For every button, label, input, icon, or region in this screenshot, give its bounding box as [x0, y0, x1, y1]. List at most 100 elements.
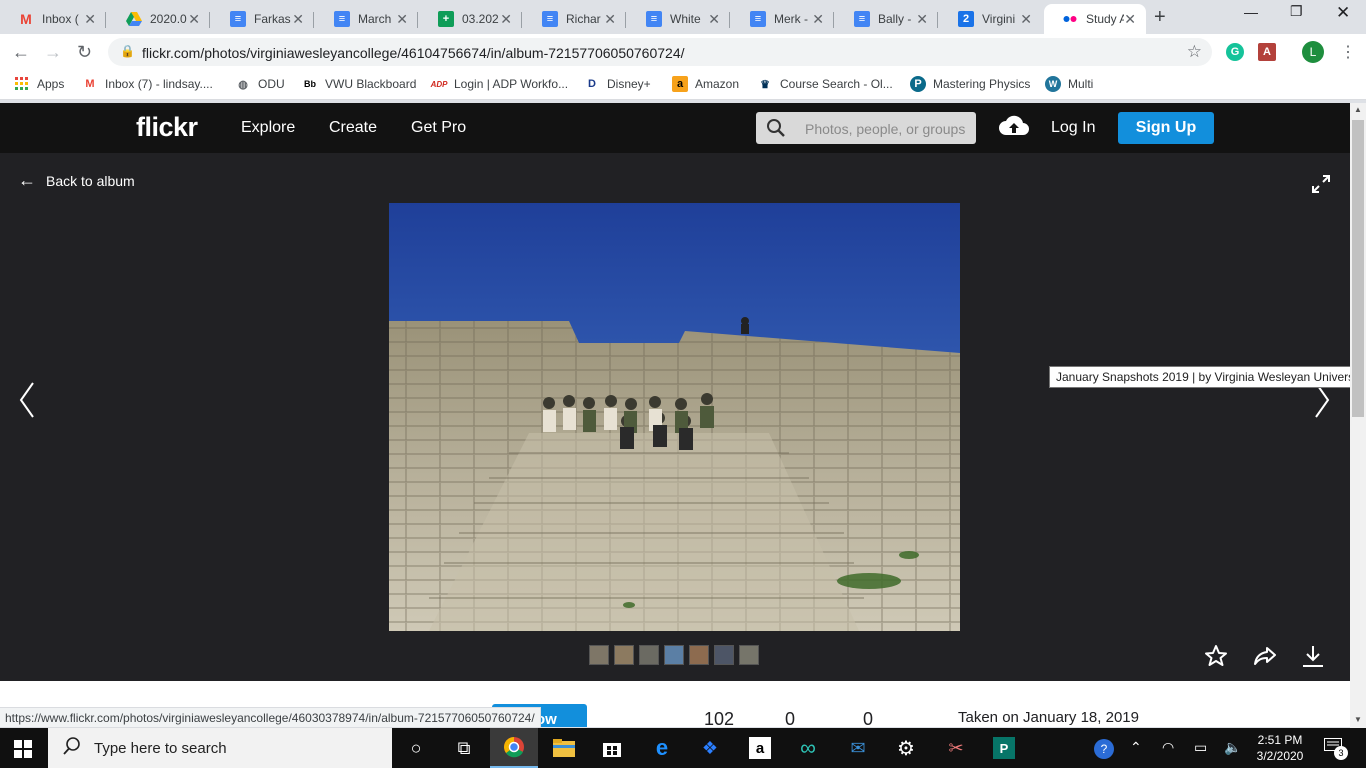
mail-icon[interactable]: ✉: [834, 728, 882, 768]
browser-tab[interactable]: 2020.0 ✕: [108, 4, 210, 34]
clock-date: 3/2/2020: [1256, 749, 1304, 763]
dropbox-icon[interactable]: ❖: [686, 728, 734, 768]
bookmark-inbox[interactable]: M Inbox (7) - lindsay....: [82, 76, 212, 92]
amazon-app-icon[interactable]: a: [736, 728, 784, 768]
previous-photo-icon[interactable]: [18, 381, 36, 424]
battery-icon[interactable]: ▭: [1194, 739, 1207, 756]
pdf-extension-icon[interactable]: A: [1258, 43, 1276, 61]
tray-chevron-up-icon[interactable]: ⌃: [1130, 739, 1142, 756]
restore-button[interactable]: ❐: [1290, 3, 1303, 20]
download-icon[interactable]: [1301, 644, 1325, 673]
publisher-icon[interactable]: P: [980, 728, 1028, 768]
browser-tab[interactable]: M Inbox (✕: [0, 4, 106, 34]
close-tab-icon[interactable]: ✕: [292, 11, 304, 28]
file-explorer-icon[interactable]: [540, 728, 588, 768]
close-tab-icon[interactable]: ✕: [1020, 11, 1032, 28]
browser-tab[interactable]: ≡ Merk - ✕: [732, 4, 834, 34]
lock-icon[interactable]: 🔒: [120, 44, 135, 58]
volume-icon[interactable]: 🔈: [1224, 739, 1241, 756]
scroll-down-icon[interactable]: ▼: [1354, 715, 1362, 724]
forward-icon[interactable]: →: [44, 42, 62, 63]
settings-gear-icon[interactable]: ⚙: [882, 728, 930, 768]
new-tab-button[interactable]: +: [1154, 6, 1166, 29]
minimize-button[interactable]: —: [1244, 4, 1258, 20]
signup-button[interactable]: Sign Up: [1118, 112, 1214, 144]
nav-explore[interactable]: Explore: [241, 119, 295, 137]
windows-start-icon[interactable]: [14, 740, 32, 763]
bookmark-apps[interactable]: Apps: [14, 76, 64, 92]
cortana-icon[interactable]: ○: [392, 728, 440, 768]
bookmark-adp[interactable]: ADP Login | ADP Workfo...: [431, 76, 569, 92]
wifi-icon[interactable]: ◠: [1162, 739, 1174, 756]
upload-cloud-icon[interactable]: [998, 113, 1030, 144]
action-center-icon[interactable]: 3: [1324, 738, 1348, 760]
flickr-logo[interactable]: flickr: [136, 112, 198, 143]
bookmark-course-search[interactable]: ♛ Course Search - Ol...: [757, 76, 893, 92]
chrome-taskbar-icon[interactable]: [490, 728, 538, 768]
url-text[interactable]: flickr.com/photos/virginiawesleyancolleg…: [142, 45, 685, 61]
taskbar-clock[interactable]: 2:51 PM 3/2/2020: [1248, 732, 1312, 764]
address-bar[interactable]: 🔒 flickr.com/photos/virginiawesleyancoll…: [108, 38, 1212, 66]
back-to-album-link[interactable]: ← Back to album: [18, 170, 135, 191]
task-view-icon[interactable]: ⧉: [440, 728, 488, 768]
reload-icon[interactable]: ↻: [77, 42, 92, 63]
thumbnail[interactable]: [664, 645, 684, 665]
fullscreen-icon[interactable]: [1310, 173, 1332, 200]
thumbnail[interactable]: [589, 645, 609, 665]
chrome-menu-icon[interactable]: ⋮: [1340, 42, 1356, 62]
arrow-left-icon: ←: [18, 170, 36, 190]
bookmark-vwu-blackboard[interactable]: Bb VWU Blackboard: [302, 76, 416, 92]
close-tab-icon[interactable]: ✕: [916, 11, 928, 28]
browser-tab[interactable]: ≡ Richar ✕: [524, 4, 626, 34]
browser-tab[interactable]: ≡ White ✕: [628, 4, 730, 34]
thumbnail[interactable]: [639, 645, 659, 665]
bookmark-odu[interactable]: ◍ ODU: [235, 76, 284, 92]
login-link[interactable]: Log In: [1051, 119, 1095, 137]
search-input[interactable]: Photos, people, or groups: [805, 121, 965, 137]
browser-tab[interactable]: ≡ Farkas ✕: [212, 4, 314, 34]
bookmark-multi[interactable]: W Multi: [1045, 76, 1093, 92]
bookmark-disney[interactable]: D Disney+: [584, 76, 651, 92]
thumbnail[interactable]: [689, 645, 709, 665]
close-tab-icon[interactable]: ✕: [812, 11, 824, 28]
thumbnail[interactable]: [739, 645, 759, 665]
favorite-star-icon[interactable]: [1204, 644, 1228, 673]
grammarly-icon[interactable]: G: [1226, 43, 1244, 61]
browser-tab[interactable]: ≡ March ✕: [316, 4, 418, 34]
main-photo[interactable]: [389, 203, 960, 631]
edge-icon[interactable]: e: [638, 728, 686, 768]
close-window-button[interactable]: ✕: [1336, 3, 1350, 23]
browser-tab[interactable]: 2 Virgini ✕: [940, 4, 1042, 34]
bookmark-mastering-physics[interactable]: P Mastering Physics: [910, 76, 1030, 92]
taskbar-search-input[interactable]: Type here to search: [94, 740, 227, 757]
close-tab-icon[interactable]: ✕: [188, 11, 200, 28]
nav-create[interactable]: Create: [329, 119, 377, 137]
bookmark-star-icon[interactable]: ☆: [1187, 42, 1202, 62]
store-icon[interactable]: [588, 728, 636, 768]
snip-tool-icon[interactable]: ✂: [932, 728, 980, 768]
browser-tab[interactable]: ≡ Bally - ✕: [836, 4, 938, 34]
help-icon[interactable]: ?: [1094, 739, 1114, 759]
nav-get-pro[interactable]: Get Pro: [411, 119, 466, 137]
browser-tab[interactable]: +03.202 ✕: [420, 4, 522, 34]
profile-avatar[interactable]: L: [1302, 41, 1324, 63]
close-tab-icon[interactable]: ✕: [396, 11, 408, 28]
page-scrollbar[interactable]: ▲ ▼: [1350, 103, 1366, 728]
close-tab-icon[interactable]: ✕: [500, 11, 512, 28]
search-box[interactable]: Photos, people, or groups: [756, 112, 976, 144]
share-icon[interactable]: [1253, 644, 1277, 673]
search-icon[interactable]: [766, 118, 786, 143]
scroll-up-icon[interactable]: ▲: [1354, 105, 1362, 114]
close-tab-icon[interactable]: ✕: [84, 11, 96, 28]
back-icon[interactable]: ←: [12, 42, 30, 63]
taskbar-search[interactable]: Type here to search: [48, 728, 392, 768]
browser-tab[interactable]: Study A ✕: [1044, 4, 1146, 34]
bookmark-amazon[interactable]: a Amazon: [672, 76, 739, 92]
scrollbar-thumb[interactable]: [1352, 120, 1364, 417]
close-tab-icon[interactable]: ✕: [604, 11, 616, 28]
close-tab-icon[interactable]: ✕: [1124, 11, 1136, 28]
close-tab-icon[interactable]: ✕: [708, 11, 720, 28]
infinity-app-icon[interactable]: ∞: [784, 728, 832, 768]
thumbnail[interactable]: [714, 645, 734, 665]
thumbnail[interactable]: [614, 645, 634, 665]
